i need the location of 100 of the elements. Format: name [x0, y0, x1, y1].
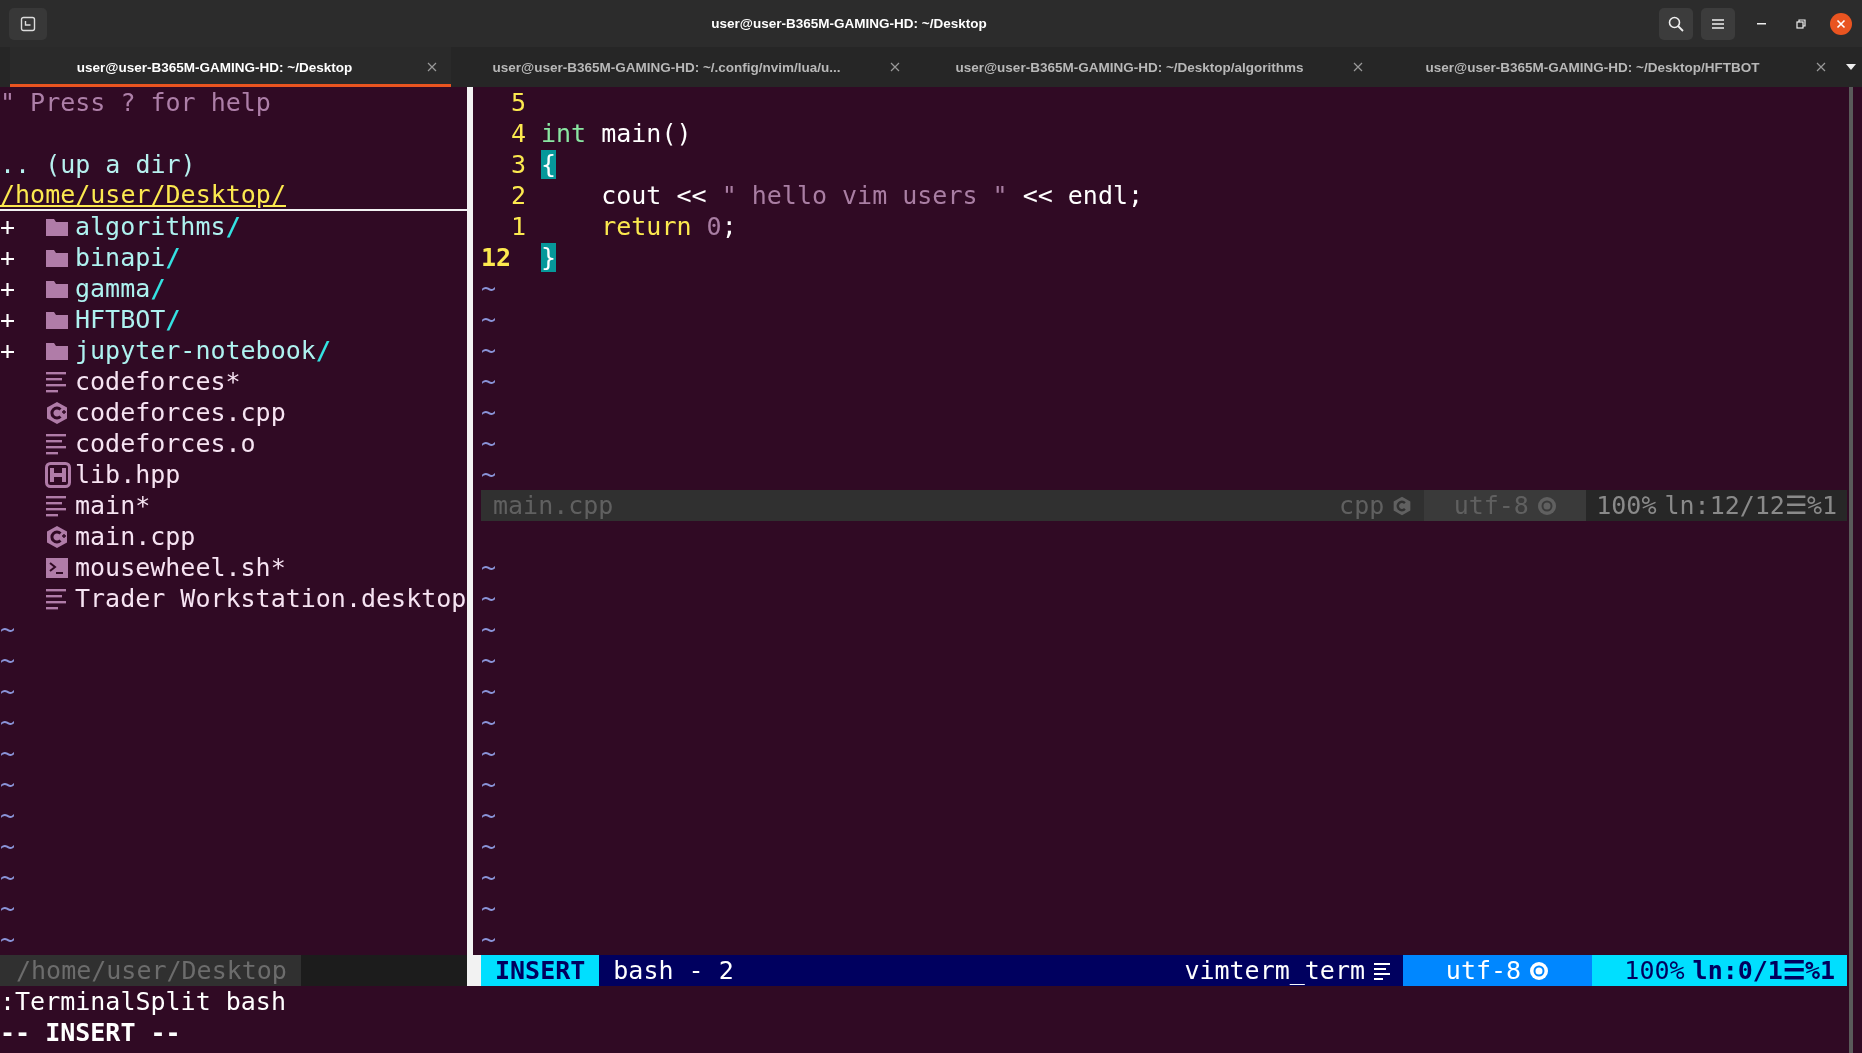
terminal-tab[interactable]: user@user-B365M-GAMING-HD: ~/Desktop/algorithms [914, 47, 1377, 87]
new-tab-icon [20, 15, 36, 32]
empty-line-marker: ~ [481, 583, 497, 614]
minimize-icon [1756, 22, 1766, 25]
empty-line-marker: ~ [481, 831, 497, 862]
empty-line-marker: ~ [0, 614, 16, 645]
terminal-tab[interactable]: user@user-B365M-GAMING-HD: ~/Desktop/HFTBOT [1377, 47, 1840, 87]
line-number: 12 [481, 242, 513, 273]
empty-line-marker: ~ [0, 738, 16, 769]
empty-line-marker: ~ [481, 366, 497, 397]
file-name[interactable]: codeforces* [75, 366, 241, 397]
current-path: /home/user/Desktop/ [0, 179, 286, 210]
empty-line-marker: ~ [0, 831, 16, 862]
terminal-tab[interactable]: user@user-B365M-GAMING-HD: ~/Desktop [10, 47, 451, 87]
file-name[interactable]: lib.hpp [75, 459, 181, 490]
text-file-icon [45, 431, 69, 456]
window-title: user@user-B365M-GAMING-HD: ~/Desktop [710, 16, 988, 31]
empty-line-marker: ~ [481, 800, 497, 831]
encoding-label: utf-8 [1445, 955, 1522, 986]
search-button[interactable] [1659, 7, 1693, 40]
lines-icon [1373, 961, 1391, 980]
search-icon [1668, 15, 1684, 32]
line-number: 3 [509, 149, 526, 180]
expand-marker[interactable]: + [0, 212, 16, 241]
close-icon[interactable] [1816, 62, 1826, 72]
empty-line-marker: ~ [481, 397, 497, 428]
help-hint: " Press ? for help [0, 87, 271, 118]
terminal-tab[interactable]: user@user-B365M-GAMING-HD: ~/.config/nvim/lua/u... [451, 47, 914, 87]
circle-icon [1536, 495, 1557, 516]
empty-line-marker: ~ [481, 769, 497, 800]
expand-marker[interactable]: + [0, 305, 16, 334]
close-icon[interactable] [890, 62, 900, 72]
empty-line-marker: ~ [481, 924, 497, 955]
folder-name[interactable]: gamma/ [75, 273, 166, 304]
line-number: 1 [509, 211, 526, 242]
menu-button[interactable] [1701, 7, 1735, 40]
empty-line-marker: ~ [481, 459, 497, 490]
empty-line-marker: ~ [481, 304, 497, 335]
mode-indicator: INSERT [481, 955, 600, 986]
folder-icon [45, 247, 69, 268]
folder-name[interactable]: jupyter-notebook/ [75, 335, 331, 366]
line-number: 4 [509, 118, 526, 149]
empty-line-marker: ~ [481, 614, 497, 645]
expand-marker[interactable]: + [0, 336, 16, 365]
scrollbar[interactable] [1849, 87, 1853, 1053]
empty-line-marker: ~ [481, 335, 497, 366]
parent-dir-entry[interactable]: .. (up a dir) [0, 149, 196, 180]
close-icon[interactable] [427, 62, 437, 72]
cursor-position: ln:0/1☰%1 [1692, 955, 1835, 986]
caret-icon[interactable] [1845, 63, 1857, 71]
folder-icon [45, 216, 69, 237]
status-path: /home/user/Desktop [0, 955, 301, 986]
text-file-icon [45, 493, 69, 518]
cpp-file-icon [45, 400, 69, 425]
percent-label: 100% [1624, 955, 1685, 986]
filetype-label: vimterm_term [1184, 955, 1365, 986]
close-icon[interactable] [1353, 62, 1363, 72]
buffer-name: bash - 2 [612, 955, 735, 986]
folder-name[interactable]: algorithms/ [75, 211, 241, 242]
new-tab-button[interactable] [9, 7, 47, 40]
percent-label: 100% [1596, 490, 1657, 521]
circle-icon [1529, 960, 1550, 981]
empty-line-marker: ~ [481, 738, 497, 769]
code-line: cout << " hello vim users " << endl; [600, 180, 1144, 211]
header-file-icon [45, 461, 71, 488]
expand-marker[interactable]: + [0, 243, 16, 272]
expand-marker[interactable]: + [0, 274, 16, 303]
empty-line-marker: ~ [481, 707, 497, 738]
folder-name[interactable]: HFTBOT/ [75, 304, 181, 335]
empty-line-marker: ~ [481, 676, 497, 707]
terminal-file-icon [45, 556, 69, 579]
empty-line-marker: ~ [481, 273, 497, 304]
empty-line-marker: ~ [481, 645, 497, 676]
cursor-position: ln:12/12☰%1 [1664, 490, 1837, 521]
empty-line-marker: ~ [481, 552, 497, 583]
command-text: :TerminalSplit bash [0, 986, 287, 1017]
empty-line-marker: ~ [0, 645, 16, 676]
cpp-icon [1392, 494, 1413, 517]
file-name[interactable]: main* [75, 490, 151, 521]
mode-message: -- INSERT -- [0, 1017, 182, 1048]
folder-name[interactable]: binapi/ [75, 242, 181, 273]
code-line: int main() [541, 118, 692, 149]
file-name[interactable]: Trader Workstation.desktop [75, 583, 467, 614]
empty-line-marker: ~ [0, 862, 16, 893]
close-icon [1830, 12, 1852, 35]
empty-line-marker: ~ [0, 800, 16, 831]
code-line: return 0; [600, 211, 737, 242]
empty-line-marker: ~ [481, 862, 497, 893]
file-name[interactable]: mousewheel.sh* [75, 552, 286, 583]
empty-line-marker: ~ [0, 893, 16, 924]
folder-icon [45, 309, 69, 330]
empty-line-marker: ~ [481, 428, 497, 459]
empty-line-marker: ~ [481, 893, 497, 924]
cpp-file-icon [45, 524, 69, 549]
file-name[interactable]: codeforces.o [75, 428, 256, 459]
folder-icon [45, 278, 69, 299]
folder-icon [45, 340, 69, 361]
file-name[interactable]: main.cpp [75, 521, 196, 552]
menu-icon [1711, 17, 1725, 30]
file-name[interactable]: codeforces.cpp [75, 397, 286, 428]
